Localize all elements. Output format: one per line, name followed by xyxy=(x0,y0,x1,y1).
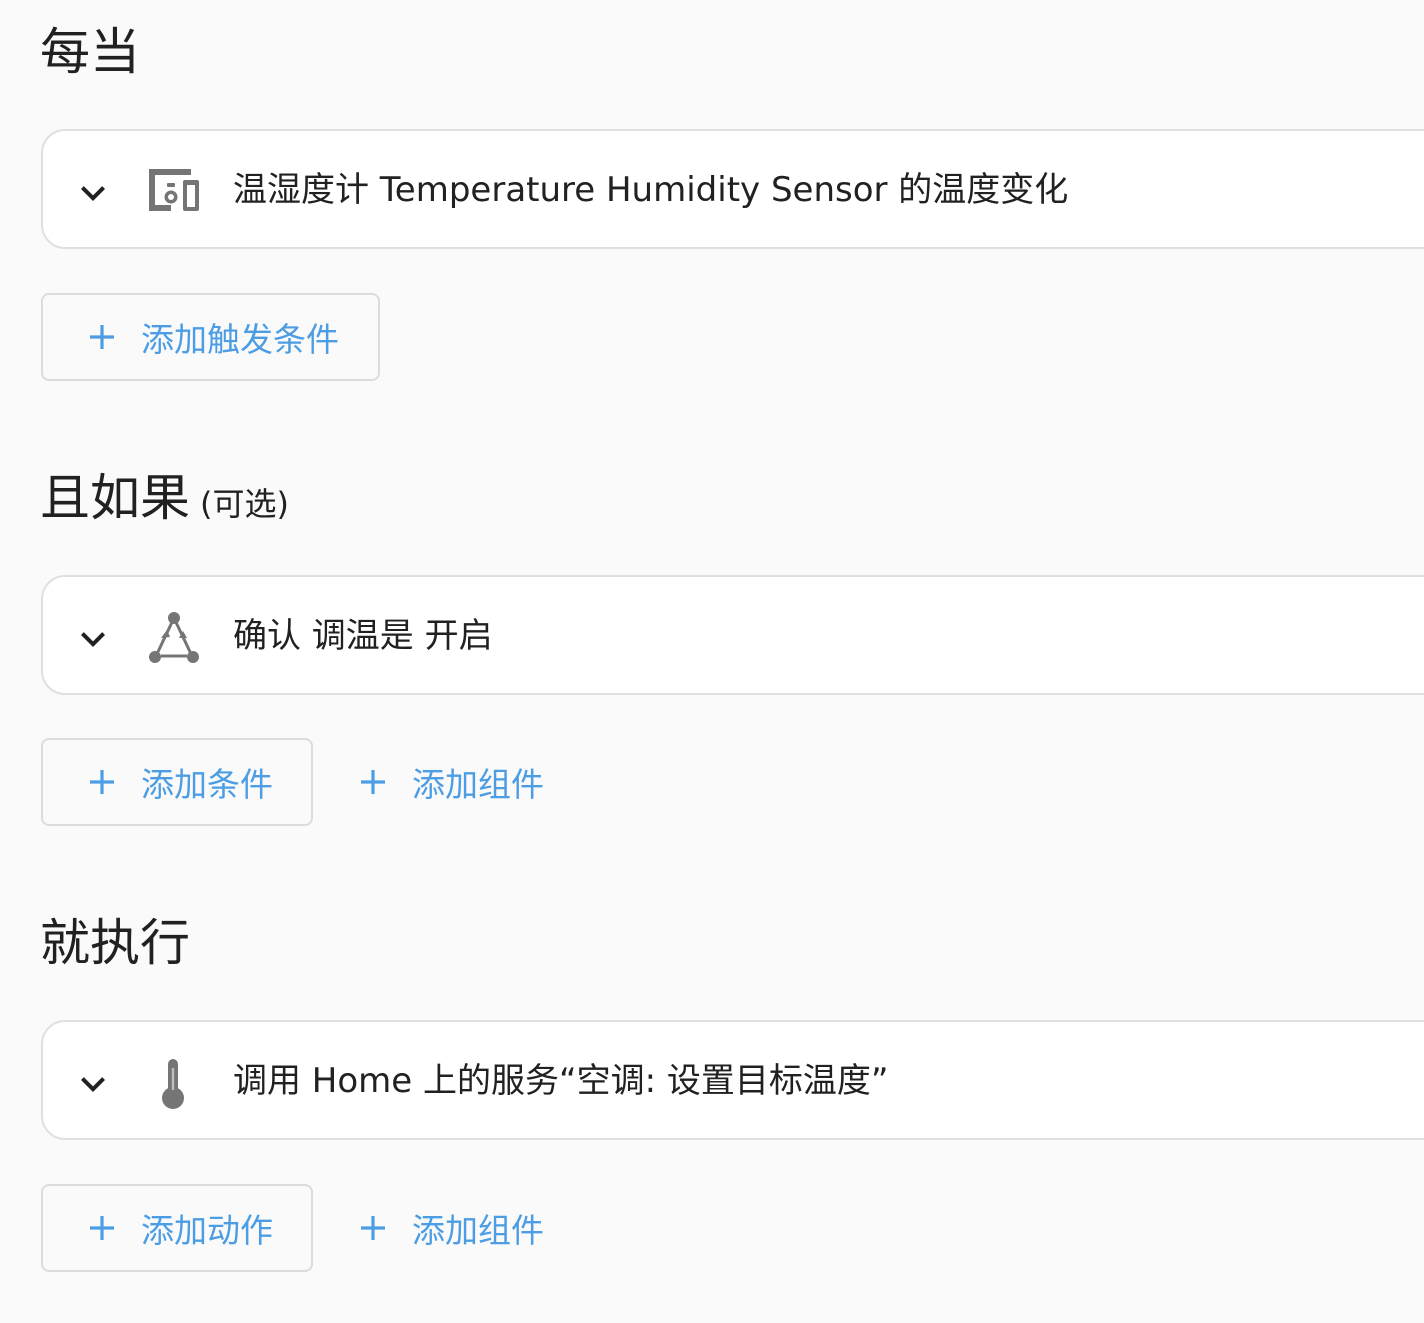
trigger-card[interactable]: 温湿度计 Temperature Humidity Sensor 的温度变化 xyxy=(41,129,1424,249)
chevron-down-icon[interactable] xyxy=(69,615,117,663)
conditions-heading: 且如果 (可选) xyxy=(40,468,289,534)
add-trigger-label: 添加触发条件 xyxy=(141,320,339,359)
actions-title: 就执行 xyxy=(40,914,190,972)
thermometer-icon xyxy=(162,1059,184,1109)
triggers-heading: 每当 xyxy=(40,22,140,82)
plus-icon xyxy=(90,325,114,349)
add-action-building-block-label: 添加组件 xyxy=(412,1211,544,1250)
add-condition-building-block-label: 添加组件 xyxy=(412,765,544,804)
action-description: 调用 Home 上的服务“空调: 设置目标温度” xyxy=(233,1061,889,1101)
trigger-description: 温湿度计 Temperature Humidity Sensor 的温度变化 xyxy=(233,170,1069,210)
action-card[interactable]: 调用 Home 上的服务“空调: 设置目标温度” xyxy=(41,1020,1424,1140)
plus-icon xyxy=(361,770,385,794)
actions-heading: 就执行 xyxy=(40,913,190,973)
plus-icon xyxy=(90,1216,114,1240)
add-action-label: 添加动作 xyxy=(141,1211,273,1250)
devices-icon xyxy=(149,169,199,211)
optional-label: (可选) xyxy=(200,485,289,523)
state-triangle-icon xyxy=(149,612,199,663)
add-action-building-block-button[interactable]: 添加组件 xyxy=(360,1184,544,1272)
add-condition-label: 添加条件 xyxy=(141,765,273,804)
add-action-button[interactable]: 添加动作 xyxy=(41,1184,313,1272)
condition-card[interactable]: 确认 调温是 开启 xyxy=(41,575,1424,695)
plus-icon xyxy=(361,1216,385,1240)
triggers-title: 每当 xyxy=(40,23,140,81)
chevron-down-icon[interactable] xyxy=(69,169,117,217)
add-trigger-button[interactable]: 添加触发条件 xyxy=(41,293,380,381)
conditions-title: 且如果 xyxy=(40,469,190,527)
condition-description: 确认 调温是 开启 xyxy=(233,616,493,656)
add-condition-building-block-button[interactable]: 添加组件 xyxy=(360,738,544,826)
add-condition-button[interactable]: 添加条件 xyxy=(41,738,313,826)
plus-icon xyxy=(90,770,114,794)
chevron-down-icon[interactable] xyxy=(69,1060,117,1108)
